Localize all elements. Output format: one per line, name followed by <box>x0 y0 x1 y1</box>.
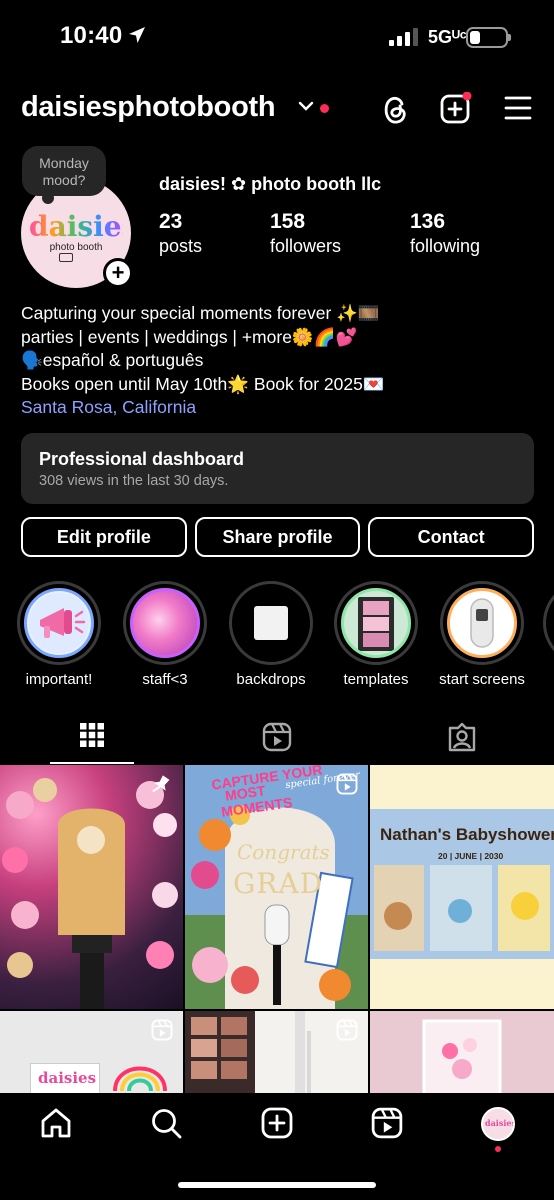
bio-line: parties | events | weddings | +more🌼🌈💕 <box>21 326 358 347</box>
staff-photo <box>130 588 200 658</box>
reels-icon[interactable] <box>371 1107 403 1139</box>
profile-header: daisiesphotobooth <box>0 86 554 134</box>
party-photos-image <box>374 865 550 951</box>
location-arrow-icon <box>129 27 145 43</box>
followers-count: 158 <box>270 210 306 233</box>
tab-grid[interactable] <box>0 708 184 764</box>
highlight-label: backdrops <box>236 671 306 688</box>
business-name: daisies! ✿ photo booth llc <box>159 174 382 194</box>
highlight-label: templates <box>343 671 409 688</box>
highlight-start-screens[interactable]: start screens <box>437 581 527 688</box>
following-count: 136 <box>410 210 446 233</box>
highlight-ring <box>440 581 524 665</box>
dashboard-title: Professional dashboard <box>39 449 245 469</box>
highlight-ring <box>17 581 101 665</box>
grid-icon <box>80 723 104 747</box>
post-thumbnail[interactable]: CAPTURE YOUR MOST MOMENTS special foreve… <box>185 765 368 1009</box>
photo-booth-icon <box>447 588 517 658</box>
followers-label: followers <box>270 236 342 256</box>
post-thumbnail[interactable]: Nathan's Babyshower 20 | JUNE | 2030 <box>370 765 554 1009</box>
create-icon[interactable] <box>261 1107 293 1139</box>
post-title: Nathan's Babyshower <box>380 825 554 844</box>
reels-icon <box>262 722 292 752</box>
stat-following[interactable]: 136 following <box>410 210 480 257</box>
highlight-ring <box>543 581 554 665</box>
stat-followers[interactable]: 158 followers <box>270 210 341 257</box>
highlight-ring <box>123 581 207 665</box>
post-date: 20 | JUNE | 2030 <box>438 851 504 861</box>
bio-line: Capturing your special moments forever ✨… <box>21 303 380 323</box>
chevron-down-icon[interactable] <box>298 100 314 112</box>
notification-dot <box>320 104 329 113</box>
backdrops-photo <box>236 588 306 658</box>
highlight-partial[interactable] <box>543 581 554 665</box>
post-thumbnail[interactable] <box>0 765 183 1009</box>
pink-collage-image <box>422 1019 502 1095</box>
battery-icon <box>466 27 511 48</box>
posts-label: posts <box>159 236 203 256</box>
edit-profile-button[interactable]: Edit profile <box>21 517 187 557</box>
post-thumbnail[interactable] <box>370 1011 554 1095</box>
highlight-ring <box>229 581 313 665</box>
search-icon[interactable] <box>150 1107 182 1139</box>
tab-reels[interactable] <box>185 708 369 764</box>
rainbow-decor <box>113 1066 167 1091</box>
post-congrats: Congrats <box>237 840 330 864</box>
menu-icon[interactable] <box>504 96 532 120</box>
notification-dot <box>495 1146 501 1152</box>
network-label: 5Gᵁᶜ <box>428 27 467 47</box>
camera-icon <box>59 253 73 262</box>
highlight-templates[interactable]: templates <box>331 581 421 688</box>
share-profile-button[interactable]: Share profile <box>194 517 361 557</box>
home-icon[interactable] <box>40 1107 72 1139</box>
bio: Capturing your special moments forever ✨… <box>21 302 385 420</box>
signal-icon <box>389 28 418 46</box>
post-thumbnail[interactable]: daisies <box>0 1011 183 1095</box>
note-bubble[interactable]: Monday mood? <box>22 146 106 204</box>
highlight-staff[interactable]: staff<3 <box>120 581 210 688</box>
nav-avatar-logo: daisies <box>485 1118 515 1128</box>
balloon-booth-image <box>2 778 178 1009</box>
profile-actions: Edit profile Share profile Contact <box>21 517 535 557</box>
avatar-logo: daisies <box>29 210 131 243</box>
film-strip-icon <box>341 588 411 658</box>
professional-dashboard[interactable]: Professional dashboard 308 views in the … <box>21 433 534 504</box>
username-switcher[interactable]: daisiesphotobooth <box>21 91 276 124</box>
dashboard-subtitle: 308 views in the last 30 days. <box>39 473 229 489</box>
highlight-ring <box>334 581 418 665</box>
reels-icon <box>336 773 358 795</box>
content-tabs <box>0 708 554 764</box>
reels-icon <box>336 1019 358 1041</box>
post-grad: GRAD <box>233 867 324 900</box>
avatar-sub: photo booth <box>49 242 103 253</box>
post-thumbnail[interactable] <box>185 1011 368 1095</box>
add-story-button[interactable]: + <box>103 258 133 288</box>
highlight-label: important! <box>25 671 93 688</box>
contact-button[interactable]: Contact <box>368 517 535 557</box>
location-link[interactable]: Santa Rosa, California <box>21 396 385 420</box>
megaphone-icon <box>24 588 94 658</box>
home-indicator <box>178 1182 376 1188</box>
reels-icon <box>151 1019 173 1041</box>
bio-line: Books open until May 10th🌟 Book for 2025… <box>21 373 385 394</box>
create-post-icon[interactable] <box>440 92 472 124</box>
highlight-backdrops[interactable]: backdrops <box>226 581 316 688</box>
highlight-label: start screens <box>439 671 525 688</box>
highlight-label: staff<3 <box>142 671 188 688</box>
tagged-icon <box>448 722 476 752</box>
threads-icon[interactable] <box>380 92 410 126</box>
posts-count: 23 <box>159 210 183 233</box>
status-bar: 10:40 5Gᵁᶜ <box>0 0 554 78</box>
bio-line: 🗣️español & português <box>21 350 204 370</box>
stat-posts[interactable]: 23 posts <box>159 210 202 257</box>
posts-grid: CAPTURE YOUR MOST MOMENTS special foreve… <box>0 765 554 1095</box>
pin-icon <box>152 775 170 793</box>
following-label: following <box>410 236 481 256</box>
profile-tab-avatar[interactable]: daisies <box>481 1107 515 1141</box>
post-logo: daisies <box>38 1069 97 1087</box>
status-time: 10:40 <box>60 22 123 49</box>
tab-tagged[interactable] <box>370 708 554 764</box>
highlight-important[interactable]: important! <box>14 581 104 688</box>
